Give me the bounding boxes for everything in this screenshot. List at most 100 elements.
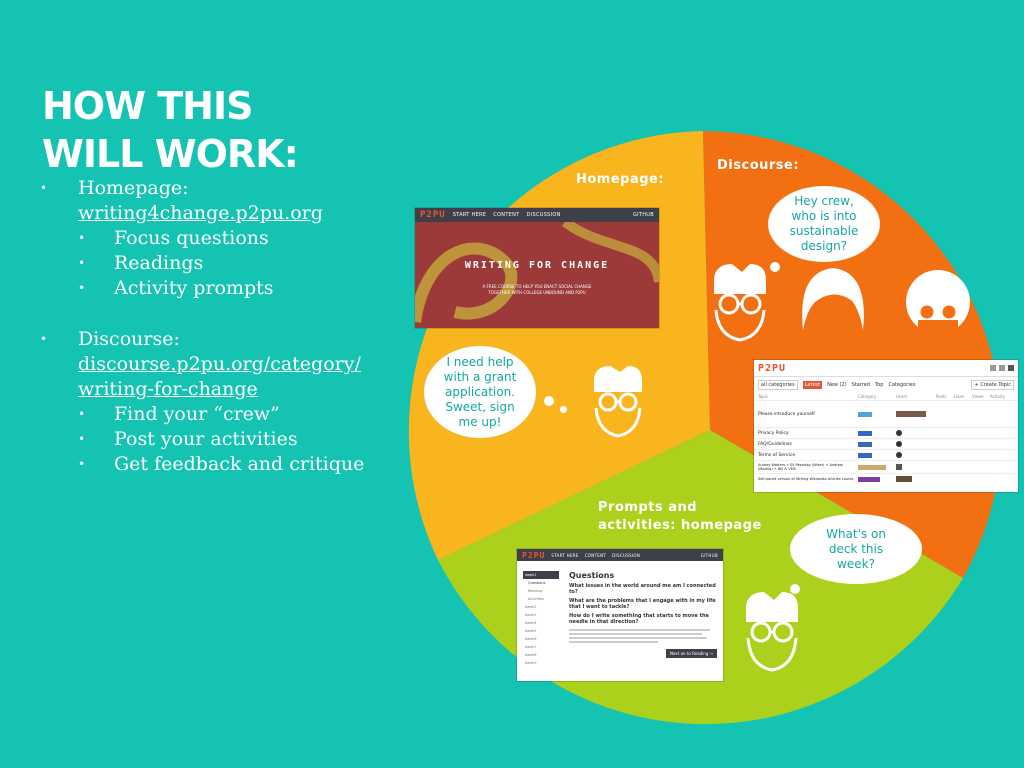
sidebar-item-week[interactable]: week3 [523,611,559,619]
user-avatar [896,464,902,470]
category-dropdown[interactable]: all categories [758,380,798,390]
nav-item-github[interactable]: GITHUB [701,553,718,558]
forum-screenshot: P2PU all categories Latest New (2) Starr… [754,360,1018,492]
segment-label-discourse: Discourse: [717,158,800,173]
forum-topic-list: Please introduce yourself Privacy Policy… [754,401,1018,484]
column-header: Topic [758,394,769,399]
user-avatar [896,452,902,458]
category-badge [858,452,872,458]
topic-title[interactable]: Self-paced version of Writing Wikipedia … [758,477,858,481]
nav-item[interactable]: CONTENT [493,212,519,218]
user-avatar [896,441,902,447]
column-header: Views [972,394,984,399]
table-row[interactable]: FAQ/Guidelines [754,439,1018,450]
topic-title[interactable]: Privacy Policy [758,431,858,436]
sidebar-item-activities[interactable]: Activities [523,595,559,603]
segment-label-prompts: Prompts and activities: homepage [598,499,762,535]
week-sidebar: week1 Questions Reading Activities week2… [523,571,559,667]
create-topic-button[interactable]: + Create Topic [971,380,1014,390]
nav-item[interactable]: START HERE [551,553,578,558]
cloud-crew-line: sustainable [789,224,859,238]
hero-subtitle: A FREE COURSE TO HELP YOU ENACT SOCIAL C… [415,284,659,296]
tab-new[interactable]: New (2) [827,382,847,388]
tab-top[interactable]: Top [875,382,883,388]
table-row[interactable]: Self-paced version of Writing Wikipedia … [754,474,1018,484]
category-badge [858,441,872,447]
menu-icon[interactable] [999,365,1005,371]
user-avatars [896,411,926,417]
category-badge [858,464,886,470]
tab-latest[interactable]: Latest [802,381,823,389]
user-avatars [896,476,912,482]
paragraph-placeholder [569,633,703,635]
cloud-dot [790,584,800,594]
prompts-screenshot: P2PU START HERE CONTENT DISCUSSION GITHU… [517,549,723,681]
nav-item-github[interactable]: GITHUB [633,212,654,218]
paragraph-placeholder [569,641,658,643]
question-item: How do I write something that starts to … [569,613,709,625]
tab-categories[interactable]: Categories [888,382,915,388]
category-badge [858,476,880,482]
nav-item[interactable]: CONTENT [585,553,606,558]
next-reading-button[interactable]: Next on to Reading → [666,649,717,658]
questions-content: Questions What issues in the world aroun… [559,571,717,667]
table-row[interactable]: Terms of Service [754,450,1018,461]
category-badge [858,430,872,436]
prompts-body: week1 Questions Reading Activities week2… [517,561,723,677]
column-header: Category [858,394,877,399]
sidebar-item-week[interactable]: week4 [523,619,559,627]
column-header: Users [896,394,908,399]
cloud-dot [544,396,554,406]
sidebar-item-week[interactable]: week6 [523,635,559,643]
sidebar-item-week[interactable]: week9 [523,659,559,667]
cloud-help-line: with a grant [443,369,517,384]
sidebar-item-week[interactable]: week5 [523,627,559,635]
topic-title[interactable]: Audrey Watters + Eli Pesetsky (Wiser) + … [758,463,858,471]
nav-item[interactable]: DISCUSSION [527,212,561,218]
cloud-help-line: I need help [446,354,514,369]
hero-pattern [415,222,659,323]
topic-title[interactable]: FAQ/Guidelines [758,442,858,447]
segment-label-prompts-line-2: activities: homepage [598,518,762,533]
sidebar-item-week1[interactable]: week1 [523,571,559,579]
paragraph-placeholder [569,629,710,631]
topic-title[interactable]: Terms of Service [758,453,858,458]
sidebar-item-week[interactable]: week2 [523,603,559,611]
nav-item[interactable]: DISCUSSION [612,553,640,558]
thought-cloud-help: I need help with a grant application. Sw… [424,346,536,438]
question-item: What issues in the world around me am I … [569,583,716,595]
column-header: Likes [954,394,965,399]
paragraph-placeholder [569,637,707,639]
sidebar-item-week[interactable]: week7 [523,643,559,651]
segment-label-homepage: Homepage: [576,172,665,187]
cloud-crew-line: Hey crew, [794,194,854,208]
table-row[interactable]: Please introduce yourself [754,401,1018,428]
cloud-dot [758,276,765,283]
cloud-help-line: me up! [458,414,502,429]
avatar[interactable] [1008,365,1014,371]
p2pu-logo: P2PU [522,550,546,560]
homepage-screenshot: P2PU START HERE CONTENT DISCUSSION GITHU… [415,208,659,328]
nav-item[interactable]: START HERE [453,212,487,218]
search-icon[interactable] [990,365,996,371]
forum-header: P2PU [754,360,1018,377]
tab-starred[interactable]: Starred [852,382,870,388]
table-row[interactable]: Audrey Watters + Eli Pesetsky (Wiser) + … [754,461,1018,474]
prompts-navbar: P2PU START HERE CONTENT DISCUSSION GITHU… [517,549,723,561]
table-row[interactable]: Privacy Policy [754,428,1018,439]
cloud-help-line: application. [444,384,515,399]
cloud-crew-line: who is into [791,209,857,223]
cloud-deck-line: deck this [828,541,884,556]
user-avatar [896,430,902,436]
p2pu-logo: P2PU [758,362,787,374]
sidebar-item-week[interactable]: week8 [523,651,559,659]
hero-title: WRITING FOR CHANGE [464,260,610,271]
cloud-dot [780,598,787,605]
sidebar-item-questions[interactable]: Questions [523,579,559,587]
cloud-deck-line: week? [837,556,875,571]
forum-column-headers: Topic Category Users Posts Likes Views A… [754,393,1018,401]
topic-title[interactable]: Please introduce yourself [758,412,858,417]
sidebar-item-reading[interactable]: Reading [523,587,559,595]
category-badge [858,411,872,417]
cloud-dot [560,406,567,413]
